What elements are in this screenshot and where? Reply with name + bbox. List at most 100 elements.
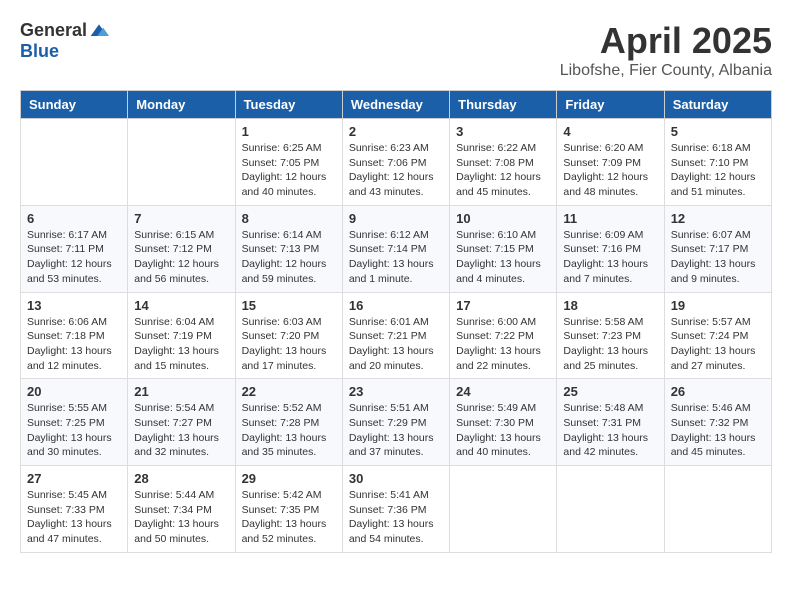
- day-number: 27: [27, 471, 121, 486]
- calendar-cell: 25 Sunrise: 5:48 AM Sunset: 7:31 PM Dayli…: [557, 379, 664, 466]
- day-number: 30: [349, 471, 443, 486]
- day-content: Sunrise: 5:52 AM Sunset: 7:28 PM Dayligh…: [242, 401, 336, 460]
- calendar-cell: 26 Sunrise: 5:46 AM Sunset: 7:32 PM Dayli…: [664, 379, 771, 466]
- day-number: 29: [242, 471, 336, 486]
- day-content: Sunrise: 6:15 AM Sunset: 7:12 PM Dayligh…: [134, 228, 228, 287]
- week-row-4: 20 Sunrise: 5:55 AM Sunset: 7:25 PM Dayli…: [21, 379, 772, 466]
- calendar-cell: 16Sunrise: 6:01 AM Sunset: 7:21 PM Dayli…: [342, 292, 449, 379]
- calendar-cell: 19 Sunrise: 5:57 AM Sunset: 7:24 PM Dayli…: [664, 292, 771, 379]
- day-number: 9: [349, 211, 443, 226]
- day-number: 5: [671, 124, 765, 139]
- calendar-cell: [128, 119, 235, 206]
- calendar-cell: 6 Sunrise: 6:17 AM Sunset: 7:11 PM Daylig…: [21, 205, 128, 292]
- day-content: Sunrise: 6:22 AM Sunset: 7:08 PM Dayligh…: [456, 141, 550, 200]
- header: General Blue April 2025 Libofshe, Fier C…: [20, 20, 772, 80]
- calendar-cell: 21 Sunrise: 5:54 AM Sunset: 7:27 PM Dayli…: [128, 379, 235, 466]
- month-title: April 2025: [560, 20, 772, 62]
- day-content: Sunrise: 6:17 AM Sunset: 7:11 PM Dayligh…: [27, 228, 121, 287]
- calendar-cell: 11Sunrise: 6:09 AM Sunset: 7:16 PM Dayli…: [557, 205, 664, 292]
- calendar-cell: 5 Sunrise: 6:18 AM Sunset: 7:10 PM Daylig…: [664, 119, 771, 206]
- day-content: Sunrise: 6:10 AM Sunset: 7:15 PM Dayligh…: [456, 228, 550, 287]
- day-number: 7: [134, 211, 228, 226]
- day-number: 11: [563, 211, 657, 226]
- day-content: Sunrise: 6:23 AM Sunset: 7:06 PM Dayligh…: [349, 141, 443, 200]
- day-content: Sunrise: 5:49 AM Sunset: 7:30 PM Dayligh…: [456, 401, 550, 460]
- week-row-5: 27 Sunrise: 5:45 AM Sunset: 7:33 PM Dayli…: [21, 466, 772, 553]
- day-header-wednesday: Wednesday: [342, 91, 449, 119]
- day-content: Sunrise: 6:20 AM Sunset: 7:09 PM Dayligh…: [563, 141, 657, 200]
- day-content: Sunrise: 5:41 AM Sunset: 7:36 PM Dayligh…: [349, 488, 443, 547]
- day-content: Sunrise: 5:51 AM Sunset: 7:29 PM Dayligh…: [349, 401, 443, 460]
- day-number: 25: [563, 384, 657, 399]
- week-row-2: 6 Sunrise: 6:17 AM Sunset: 7:11 PM Daylig…: [21, 205, 772, 292]
- day-content: Sunrise: 5:58 AM Sunset: 7:23 PM Dayligh…: [563, 315, 657, 374]
- logo-general: General: [20, 20, 87, 41]
- title-area: April 2025 Libofshe, Fier County, Albani…: [560, 20, 772, 80]
- day-content: Sunrise: 5:54 AM Sunset: 7:27 PM Dayligh…: [134, 401, 228, 460]
- day-content: Sunrise: 5:42 AM Sunset: 7:35 PM Dayligh…: [242, 488, 336, 547]
- day-number: 3: [456, 124, 550, 139]
- calendar-cell: 17Sunrise: 6:00 AM Sunset: 7:22 PM Dayli…: [450, 292, 557, 379]
- day-number: 8: [242, 211, 336, 226]
- calendar-cell: 29 Sunrise: 5:42 AM Sunset: 7:35 PM Dayli…: [235, 466, 342, 553]
- calendar-cell: [21, 119, 128, 206]
- day-content: Sunrise: 6:00 AM Sunset: 7:22 PM Dayligh…: [456, 315, 550, 374]
- calendar-cell: 8Sunrise: 6:14 AM Sunset: 7:13 PM Daylig…: [235, 205, 342, 292]
- day-number: 20: [27, 384, 121, 399]
- calendar-cell: 4 Sunrise: 6:20 AM Sunset: 7:09 PM Daylig…: [557, 119, 664, 206]
- day-content: Sunrise: 6:12 AM Sunset: 7:14 PM Dayligh…: [349, 228, 443, 287]
- calendar-cell: 28Sunrise: 5:44 AM Sunset: 7:34 PM Dayli…: [128, 466, 235, 553]
- day-number: 26: [671, 384, 765, 399]
- day-number: 28: [134, 471, 228, 486]
- calendar-cell: [450, 466, 557, 553]
- day-number: 4: [563, 124, 657, 139]
- logo-icon: [89, 21, 109, 41]
- day-content: Sunrise: 6:03 AM Sunset: 7:20 PM Dayligh…: [242, 315, 336, 374]
- day-header-monday: Monday: [128, 91, 235, 119]
- days-header-row: SundayMondayTuesdayWednesdayThursdayFrid…: [21, 91, 772, 119]
- calendar-cell: 1Sunrise: 6:25 AM Sunset: 7:05 PM Daylig…: [235, 119, 342, 206]
- day-number: 23: [349, 384, 443, 399]
- day-content: Sunrise: 5:48 AM Sunset: 7:31 PM Dayligh…: [563, 401, 657, 460]
- day-number: 24: [456, 384, 550, 399]
- day-number: 2: [349, 124, 443, 139]
- day-number: 1: [242, 124, 336, 139]
- calendar-cell: 10 Sunrise: 6:10 AM Sunset: 7:15 PM Dayli…: [450, 205, 557, 292]
- calendar-cell: 23 Sunrise: 5:51 AM Sunset: 7:29 PM Dayli…: [342, 379, 449, 466]
- day-number: 12: [671, 211, 765, 226]
- calendar-cell: [557, 466, 664, 553]
- day-content: Sunrise: 5:45 AM Sunset: 7:33 PM Dayligh…: [27, 488, 121, 547]
- calendar-cell: 2 Sunrise: 6:23 AM Sunset: 7:06 PM Daylig…: [342, 119, 449, 206]
- calendar-cell: 18 Sunrise: 5:58 AM Sunset: 7:23 PM Dayli…: [557, 292, 664, 379]
- day-content: Sunrise: 6:06 AM Sunset: 7:18 PM Dayligh…: [27, 315, 121, 374]
- calendar-cell: 30 Sunrise: 5:41 AM Sunset: 7:36 PM Dayli…: [342, 466, 449, 553]
- day-number: 21: [134, 384, 228, 399]
- day-content: Sunrise: 6:18 AM Sunset: 7:10 PM Dayligh…: [671, 141, 765, 200]
- subtitle: Libofshe, Fier County, Albania: [560, 62, 772, 80]
- day-header-sunday: Sunday: [21, 91, 128, 119]
- week-row-1: 1Sunrise: 6:25 AM Sunset: 7:05 PM Daylig…: [21, 119, 772, 206]
- day-number: 13: [27, 298, 121, 313]
- calendar: SundayMondayTuesdayWednesdayThursdayFrid…: [20, 90, 772, 553]
- day-number: 6: [27, 211, 121, 226]
- day-content: Sunrise: 6:04 AM Sunset: 7:19 PM Dayligh…: [134, 315, 228, 374]
- calendar-cell: 7 Sunrise: 6:15 AM Sunset: 7:12 PM Daylig…: [128, 205, 235, 292]
- day-number: 10: [456, 211, 550, 226]
- day-content: Sunrise: 6:07 AM Sunset: 7:17 PM Dayligh…: [671, 228, 765, 287]
- logo-blue: Blue: [20, 41, 59, 62]
- day-number: 22: [242, 384, 336, 399]
- day-number: 18: [563, 298, 657, 313]
- day-header-saturday: Saturday: [664, 91, 771, 119]
- calendar-cell: 15Sunrise: 6:03 AM Sunset: 7:20 PM Dayli…: [235, 292, 342, 379]
- day-content: Sunrise: 5:46 AM Sunset: 7:32 PM Dayligh…: [671, 401, 765, 460]
- calendar-cell: 12 Sunrise: 6:07 AM Sunset: 7:17 PM Dayli…: [664, 205, 771, 292]
- calendar-cell: 27 Sunrise: 5:45 AM Sunset: 7:33 PM Dayli…: [21, 466, 128, 553]
- logo: General Blue: [20, 20, 109, 62]
- day-number: 19: [671, 298, 765, 313]
- day-content: Sunrise: 5:55 AM Sunset: 7:25 PM Dayligh…: [27, 401, 121, 460]
- day-number: 14: [134, 298, 228, 313]
- day-header-thursday: Thursday: [450, 91, 557, 119]
- day-header-friday: Friday: [557, 91, 664, 119]
- day-header-tuesday: Tuesday: [235, 91, 342, 119]
- day-content: Sunrise: 5:57 AM Sunset: 7:24 PM Dayligh…: [671, 315, 765, 374]
